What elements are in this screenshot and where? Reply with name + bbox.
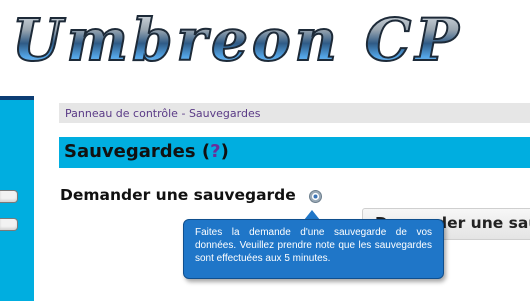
help-close-paren: ): [220, 141, 229, 162]
sidebar-button-1[interactable]: [0, 190, 18, 203]
breadcrumb-item-control-panel[interactable]: Panneau de contrôle: [65, 107, 178, 120]
info-icon[interactable]: [309, 190, 322, 203]
page-title: Sauvegardes: [64, 141, 196, 162]
help-open-paren: (: [201, 141, 211, 162]
tooltip-text: Faites la demande d'une sauvegarde de vo…: [195, 227, 432, 264]
breadcrumb: Panneau de contrôle - Sauvegardes: [59, 103, 530, 123]
logo-graphic: Umbreon CP: [11, 5, 463, 75]
help-link[interactable]: ?: [210, 141, 220, 162]
logo-text: Umbreon CP: [12, 6, 463, 74]
breadcrumb-separator: -: [181, 107, 186, 120]
section-heading: Demander une sauvegarde: [60, 186, 296, 204]
help-tooltip: Faites la demande d'une sauvegarde de vo…: [183, 219, 444, 279]
breadcrumb-item-backups[interactable]: Sauvegardes: [189, 107, 261, 120]
site-logo[interactable]: Umbreon CP: [0, 0, 530, 90]
sidebar-button-2[interactable]: [0, 218, 18, 231]
page-title-bar: Sauvegardes (?): [59, 137, 530, 168]
